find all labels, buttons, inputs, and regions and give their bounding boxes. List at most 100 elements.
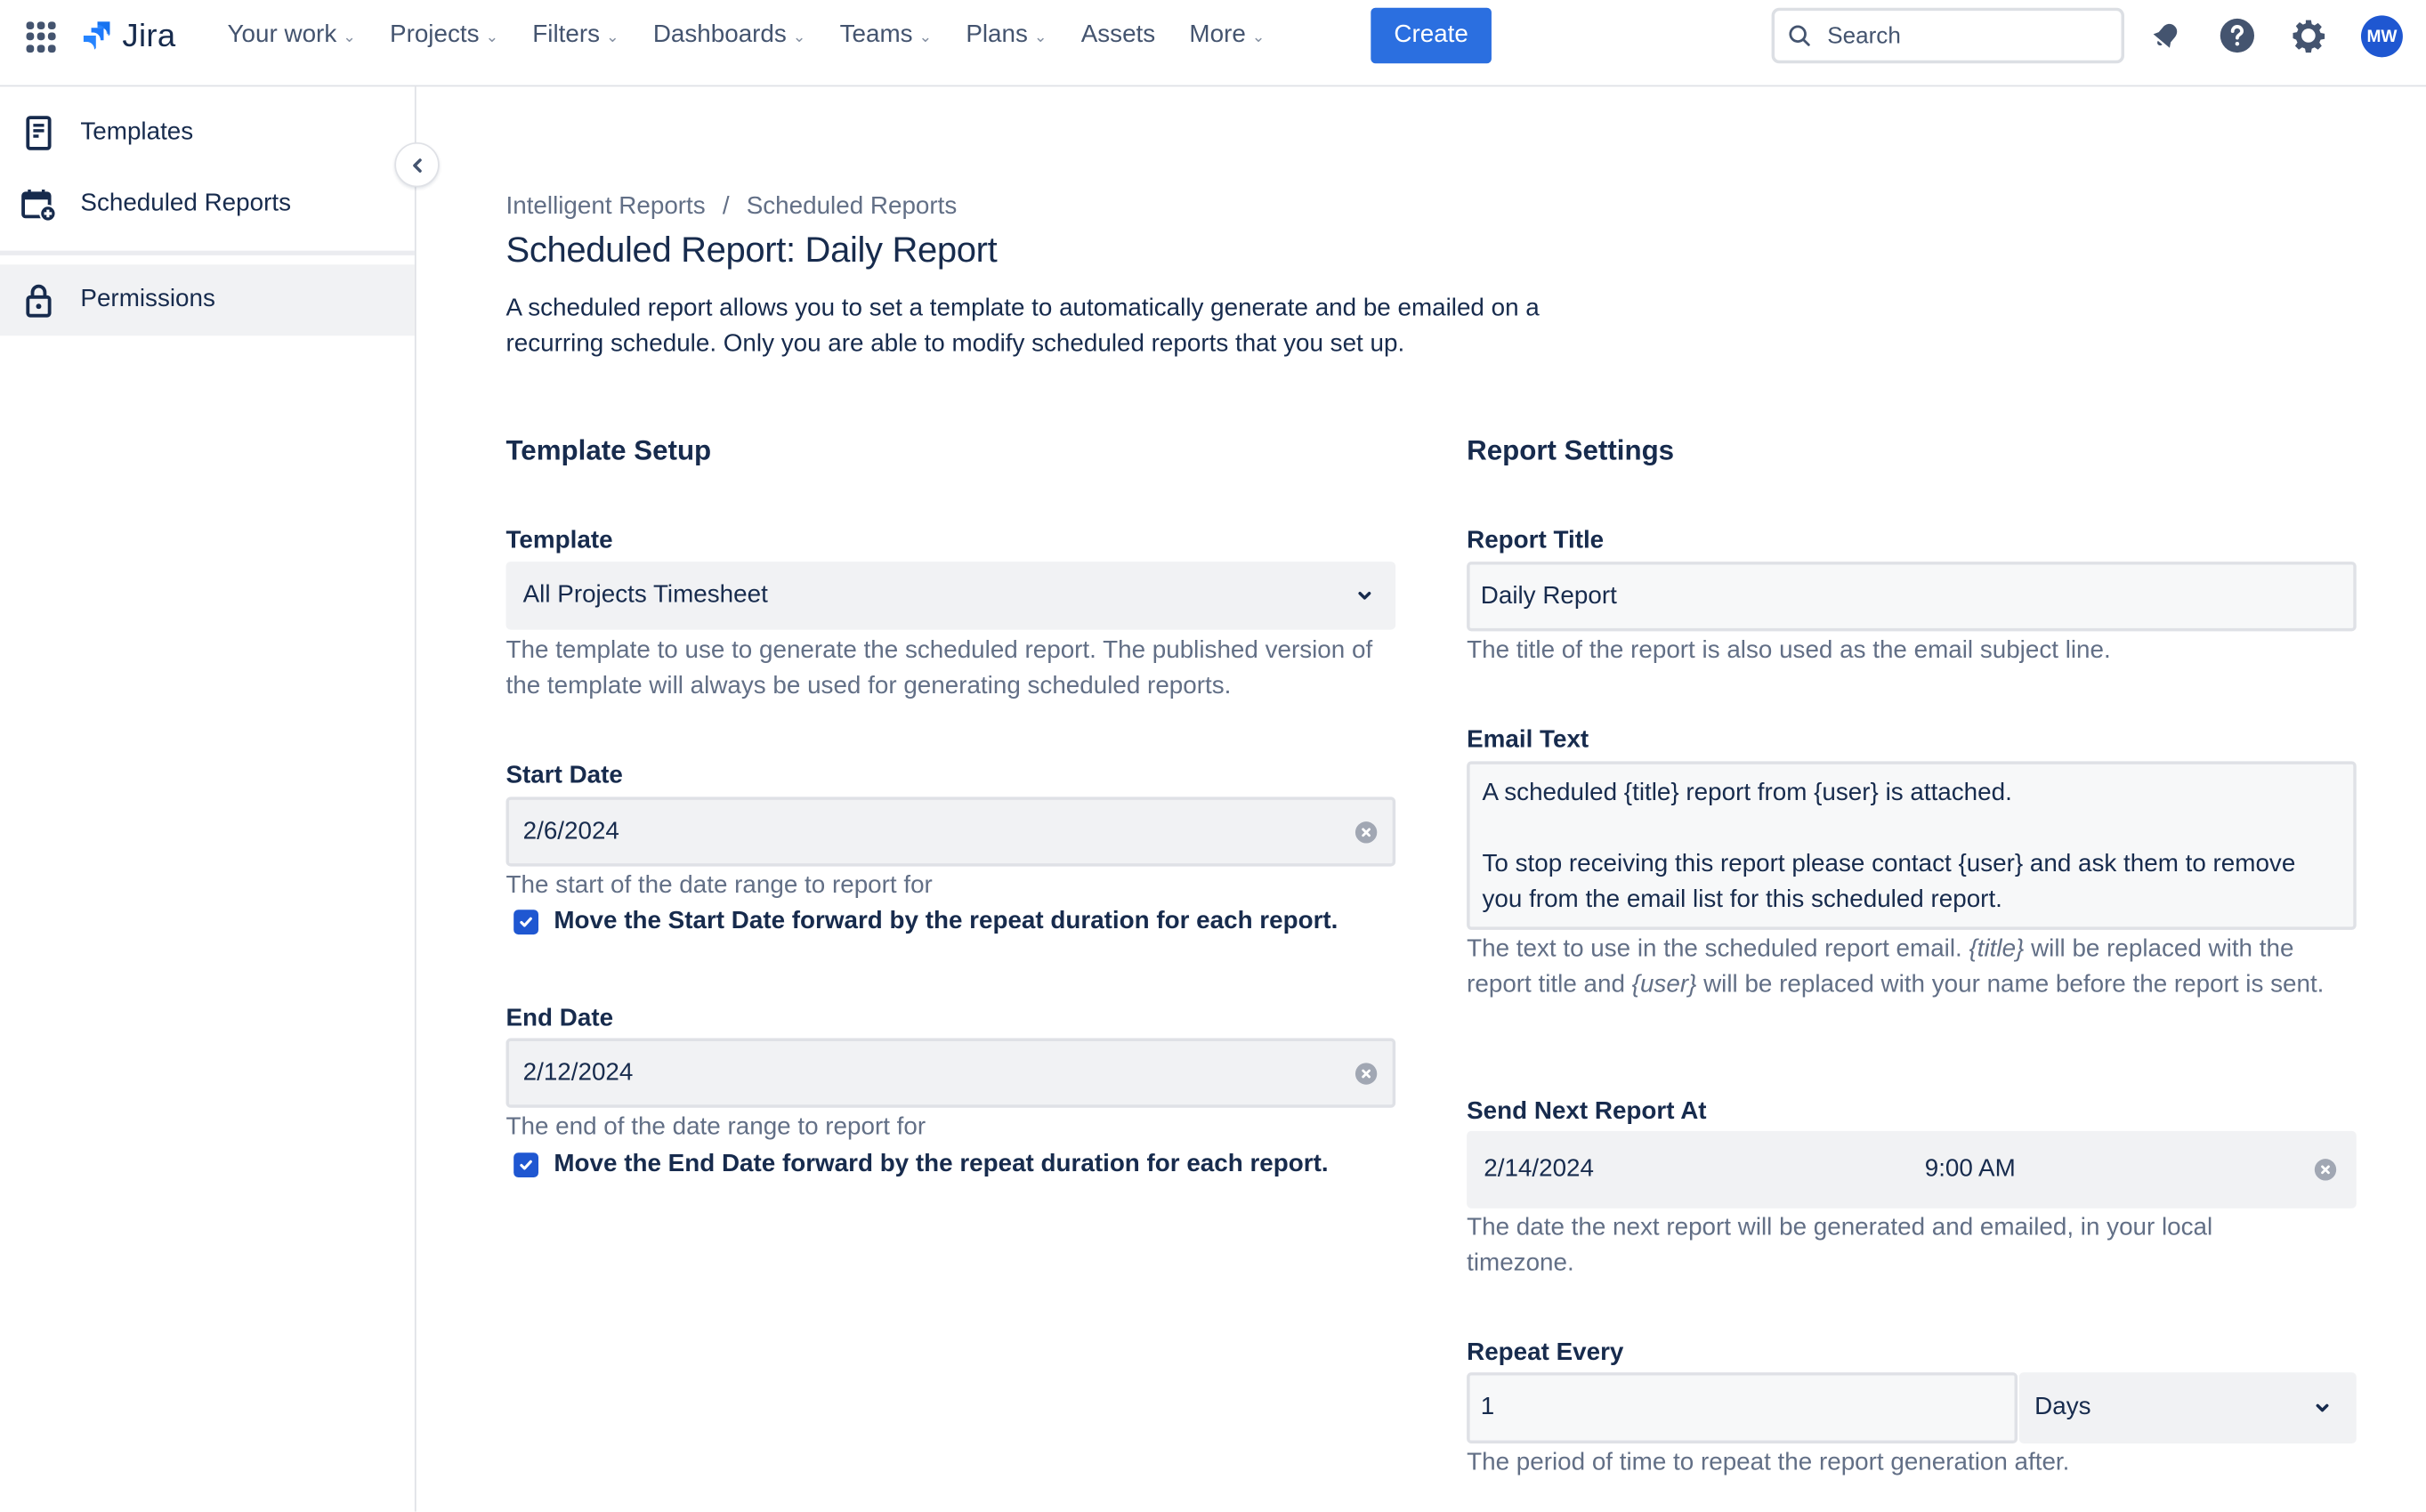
move-start-date-checkbox-row[interactable]: Move the Start Date forward by the repea… [514,909,1338,936]
settings-icon [2293,20,2325,53]
move-start-date-checkbox[interactable] [514,910,539,935]
calendar-add-icon [21,189,57,222]
template-select[interactable]: All Projects Timesheet [505,562,1396,630]
end-date-label: End Date [505,1006,614,1032]
send-next-datetime-field: 2/14/2024 9:00 AM [1467,1130,2357,1209]
nav-your-work[interactable]: Your work ⌄ [210,11,372,61]
chevron-down-icon: ⌄ [792,28,806,46]
sidebar-item-label: Scheduled Reports [80,190,292,217]
nav-more[interactable]: More ⌄ [1172,11,1282,61]
checkmark-icon [520,917,532,927]
nav-projects[interactable]: Projects ⌄ [373,11,515,61]
report-title-input[interactable] [1469,580,2335,612]
breadcrumb-scheduled-reports[interactable]: Scheduled Reports [747,193,958,221]
nav-plans[interactable]: Plans ⌄ [949,11,1063,61]
document-icon [26,116,52,150]
repeat-every-input[interactable] [1469,1392,1994,1424]
send-next-time-input[interactable]: 9:00 AM [1925,1156,2016,1184]
sidebar-item-scheduled-reports[interactable]: Scheduled Reports [0,168,415,239]
chevron-down-icon: ⌄ [918,28,933,46]
nav-label: Plans [966,21,1028,48]
help-text: will be replaced with your name before t… [1696,971,2325,999]
repeat-unit-value: Days [2034,1394,2091,1420]
repeat-every-label: Repeat Every [1467,1339,1624,1367]
jira-logo-icon [83,21,110,50]
chevron-down-icon: ⌄ [485,28,499,46]
chevron-down-icon: ⌄ [1033,28,1047,46]
chevron-left-icon [412,158,421,172]
clear-icon[interactable] [1355,821,1378,843]
help-button[interactable] [2216,14,2260,58]
help-text: The text to use in the scheduled report … [1467,935,1969,963]
chevron-down-icon: ⌄ [1251,28,1266,46]
move-end-date-checkbox-row[interactable]: Move the End Date forward by the repeat … [514,1151,1329,1178]
help-icon [2220,18,2255,53]
end-date-help: The end of the date range to report for [505,1113,926,1141]
end-date-field[interactable] [505,1038,1396,1108]
nav-label: More [1189,21,1246,48]
nav-dashboards[interactable]: Dashboards ⌄ [636,11,823,61]
repeat-every-field[interactable] [1467,1372,2018,1444]
clear-icon[interactable] [1355,1062,1378,1084]
repeat-unit-select[interactable]: Days [2018,1372,2357,1444]
email-text-line: A scheduled {title} report from {user} i… [1482,780,2012,806]
template-select-value: All Projects Timesheet [522,581,768,609]
create-button[interactable]: Create [1371,7,1492,64]
start-date-help: The start of the date range to report fo… [505,872,933,900]
chevron-down-icon [2316,1403,2329,1412]
nav-teams[interactable]: Teams ⌄ [822,11,949,61]
breadcrumb: Intelligent Reports / Scheduled Reports [505,193,957,221]
settings-button[interactable] [2287,14,2331,58]
template-label: Template [505,527,613,554]
sidebar: Templates Scheduled Reports Permissions [0,86,416,1512]
template-help: The template to use to generate the sche… [505,637,1373,699]
sidebar-item-label: Templates [80,118,194,146]
user-avatar[interactable]: MW [2360,15,2403,58]
sidebar-item-label: Permissions [80,286,215,313]
sidebar-item-templates[interactable]: Templates [0,98,415,169]
clear-icon[interactable] [2314,1159,2337,1181]
report-title-field[interactable] [1467,562,2357,632]
top-navigation: Jira Your work ⌄ Projects ⌄ Filters ⌄ Dashb… [0,0,2426,87]
lock-icon [26,284,52,318]
nav-label: Filters [532,21,601,48]
email-text-line [1483,811,2341,846]
app-root: Jira Your work ⌄ Projects ⌄ Filters ⌄ Dashb… [0,0,2426,1512]
jira-logo[interactable]: Jira [79,19,176,56]
start-date-field[interactable] [505,796,1396,867]
email-text-textarea[interactable]: A scheduled {title} report from {user} i… [1467,761,2357,930]
end-date-input[interactable] [508,1057,1300,1089]
email-text-label: Email Text [1467,727,1589,754]
chevron-down-icon [1358,591,1371,600]
template-setup-heading: Template Setup [505,434,712,466]
nav-label: Assets [1080,21,1156,48]
app-switcher-icon[interactable] [26,21,58,53]
chevron-down-icon: ⌄ [343,28,356,46]
email-text-line: To stop receiving this report please con… [1482,851,2296,877]
sidebar-divider [0,250,415,255]
send-next-label: Send Next Report At [1467,1098,1707,1125]
primary-nav: Your work ⌄ Projects ⌄ Filters ⌄ Dashboards… [210,0,1282,71]
notifications-button[interactable] [2145,14,2188,58]
nav-filters[interactable]: Filters ⌄ [515,11,636,61]
breadcrumb-separator: / [722,193,730,220]
collapse-sidebar-button[interactable] [394,141,440,188]
move-end-date-checkbox[interactable] [514,1152,539,1178]
breadcrumb-intelligent-reports[interactable]: Intelligent Reports [505,193,705,221]
sidebar-item-permissions[interactable]: Permissions [0,264,415,336]
title-token: {title} [1969,935,2025,963]
search-input[interactable] [1824,20,2094,51]
repeat-every-help: The period of time to repeat the report … [1467,1449,2070,1476]
nav-label: Projects [390,21,480,48]
checkmark-icon [520,1160,532,1170]
start-date-label: Start Date [505,763,623,789]
chevron-down-icon: ⌄ [605,28,619,46]
start-date-input[interactable] [508,816,1300,847]
nav-assets[interactable]: Assets [1064,11,1173,61]
nav-label: Dashboards [652,21,787,48]
send-next-help: The date the next report will be generat… [1467,1214,2213,1277]
user-token: {user} [1631,971,1697,999]
search-box[interactable] [1771,7,2124,64]
app-name: Jira [122,18,176,54]
send-next-date-input[interactable]: 2/14/2024 [1484,1156,1594,1184]
